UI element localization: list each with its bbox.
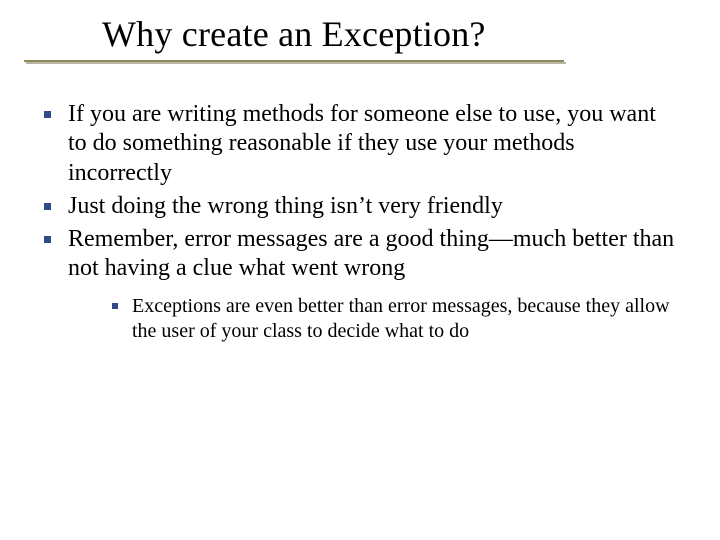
title-underline bbox=[24, 60, 564, 64]
square-bullet-icon bbox=[44, 111, 51, 118]
list-item: Just doing the wrong thing isn’t very fr… bbox=[40, 192, 680, 221]
list-item: Exceptions are even better than error me… bbox=[108, 294, 680, 344]
list-item-text: Just doing the wrong thing isn’t very fr… bbox=[68, 193, 503, 219]
bullet-list-level2: Exceptions are even better than error me… bbox=[68, 294, 680, 344]
square-bullet-icon bbox=[44, 236, 51, 243]
underline-line bbox=[24, 60, 564, 62]
list-item: Remember, error messages are a good thin… bbox=[40, 225, 680, 344]
list-item-text: Exceptions are even better than error me… bbox=[132, 295, 670, 342]
list-item-text: Remember, error messages are a good thin… bbox=[68, 226, 674, 281]
square-bullet-icon bbox=[44, 203, 51, 210]
bullet-list-level1: If you are writing methods for someone e… bbox=[40, 100, 680, 344]
slide: Why create an Exception? If you are writ… bbox=[0, 0, 720, 540]
list-item: If you are writing methods for someone e… bbox=[40, 100, 680, 188]
slide-body: If you are writing methods for someone e… bbox=[40, 100, 680, 348]
square-bullet-icon bbox=[112, 303, 118, 309]
slide-title: Why create an Exception? bbox=[102, 14, 690, 55]
list-item-text: If you are writing methods for someone e… bbox=[68, 101, 656, 186]
underline-shadow bbox=[26, 62, 566, 64]
title-area: Why create an Exception? bbox=[24, 14, 690, 61]
